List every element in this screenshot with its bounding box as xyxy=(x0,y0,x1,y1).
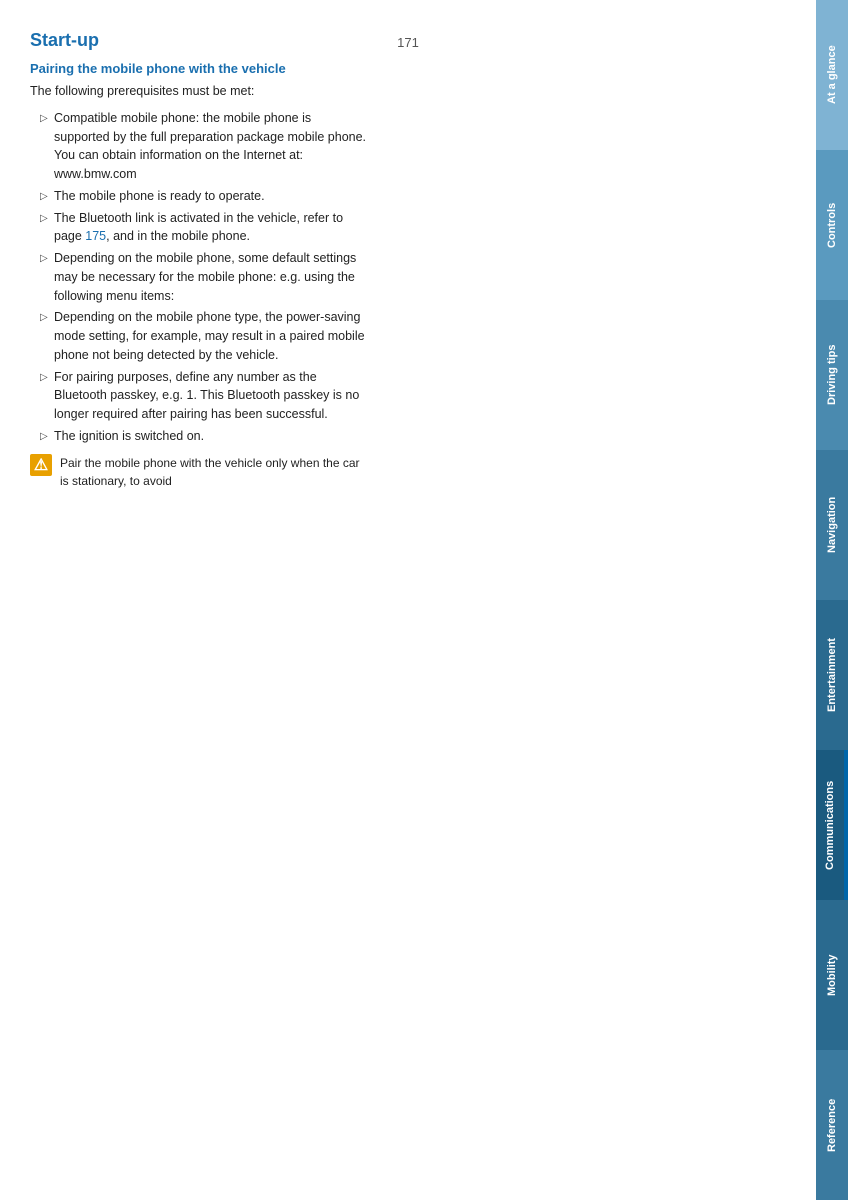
warning-text: Pair the mobile phone with the vehicle o… xyxy=(60,454,370,490)
sidebar-label-at-glance: At a glance xyxy=(826,46,838,105)
sidebar-item-controls[interactable]: Controls xyxy=(816,150,848,300)
bullet-4: Depending on the mobile phone, some defa… xyxy=(40,249,370,305)
warning-icon: ⚠ xyxy=(30,454,52,476)
startup-title: Start-up xyxy=(30,30,370,51)
bullet-1: Compatible mobile phone: the mobile phon… xyxy=(40,109,370,184)
sidebar-label-reference: Reference xyxy=(826,1098,838,1151)
sidebar-item-driving-tips[interactable]: Driving tips xyxy=(816,300,848,450)
sidebar-item-entertainment[interactable]: Entertainment xyxy=(816,600,848,750)
bullet-5: Depending on the mobile phone type, the … xyxy=(40,308,370,364)
sidebar-label-driving-tips: Driving tips xyxy=(826,345,838,406)
sidebar-item-at-glance[interactable]: At a glance xyxy=(816,0,848,150)
warning-triangle: ⚠ xyxy=(34,455,48,475)
sidebar-item-reference[interactable]: Reference xyxy=(816,1050,848,1200)
bullet-6: For pairing purposes, define any number … xyxy=(40,368,370,424)
sidebar-item-communications[interactable]: Communications xyxy=(816,750,848,900)
page-175-link[interactable]: 175 xyxy=(85,229,106,243)
sidebar-item-mobility[interactable]: Mobility xyxy=(816,900,848,1050)
sidebar-label-navigation: Navigation xyxy=(826,497,838,553)
sidebar-label-communications: Communications xyxy=(824,780,836,869)
pairing-title: Pairing the mobile phone with the vehicl… xyxy=(30,61,370,76)
pairing-intro: The following prerequisites must be met: xyxy=(30,82,370,101)
page-container: Start-up Pairing the mobile phone with t… xyxy=(0,0,848,1200)
sidebar-label-mobility: Mobility xyxy=(826,954,838,996)
sidebar-label-controls: Controls xyxy=(826,202,838,247)
page-number-text: 171 xyxy=(397,35,419,50)
left-main: Start-up Pairing the mobile phone with t… xyxy=(30,20,370,496)
sidebar-item-navigation[interactable]: Navigation xyxy=(816,450,848,600)
prereq-list: Compatible mobile phone: the mobile phon… xyxy=(40,109,370,446)
bullet-7: The ignition is switched on. xyxy=(40,427,370,446)
warning-box: ⚠ Pair the mobile phone with the vehicle… xyxy=(30,454,370,490)
main-content: Start-up Pairing the mobile phone with t… xyxy=(0,0,816,1200)
bullet-2: The mobile phone is ready to operate. xyxy=(40,187,370,206)
bullet-3: The Bluetooth link is activated in the v… xyxy=(40,209,370,247)
sidebar: At a glance Controls Driving tips Naviga… xyxy=(816,0,848,1200)
sidebar-label-entertainment: Entertainment xyxy=(826,638,838,712)
